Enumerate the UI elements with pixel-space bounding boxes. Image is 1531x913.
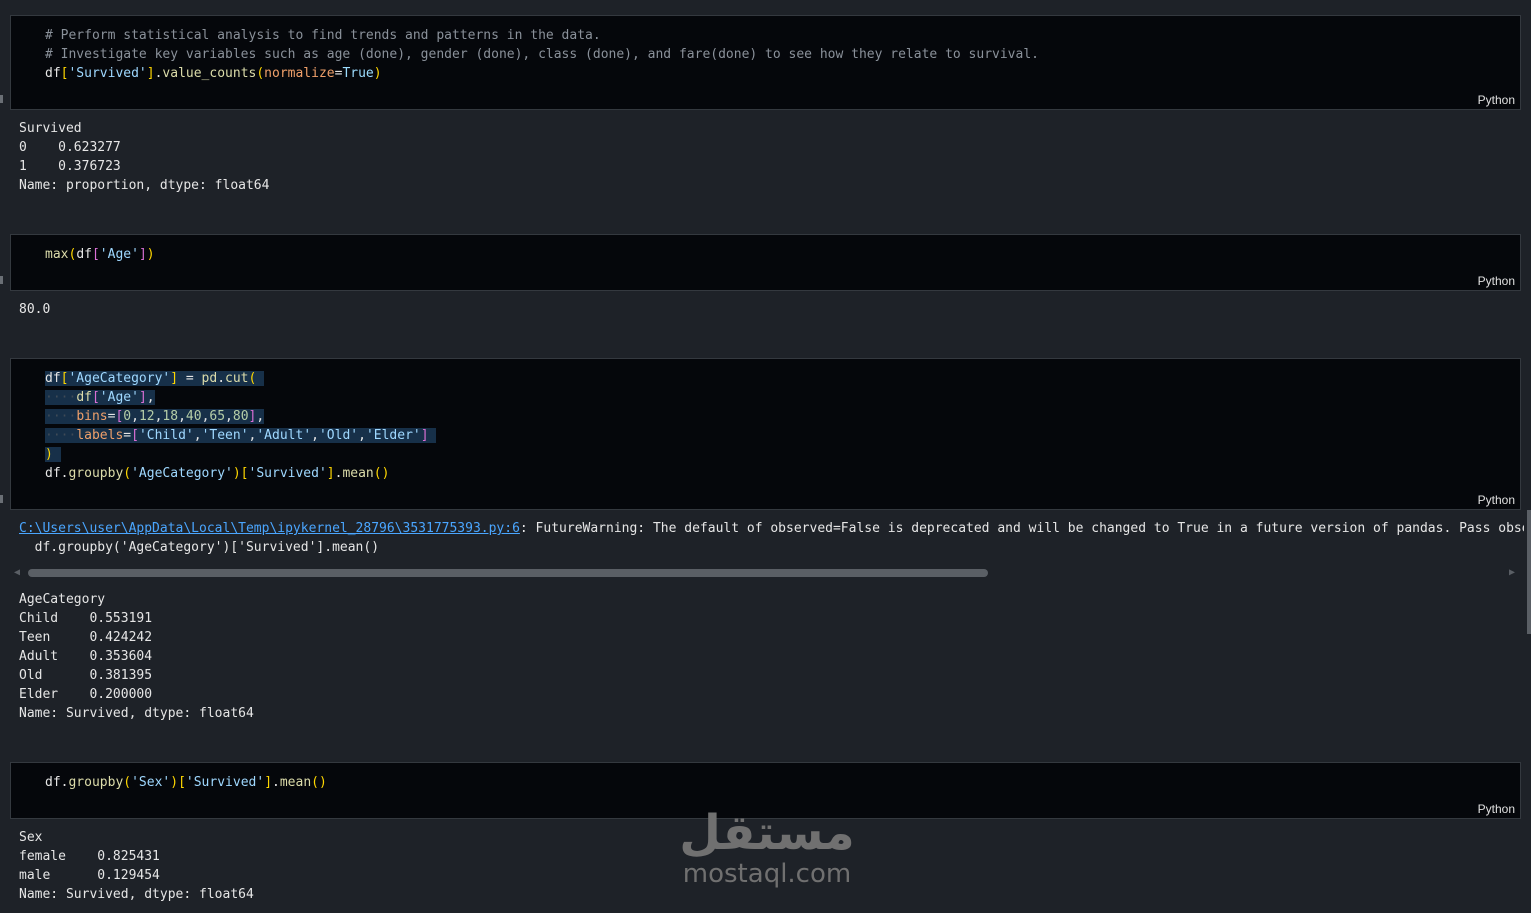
code-token: df bbox=[45, 466, 61, 481]
code-token: max bbox=[45, 247, 69, 262]
output-line: 0 0.623277 bbox=[19, 140, 121, 155]
code-token: groupby bbox=[68, 775, 124, 790]
code-token: df bbox=[76, 247, 92, 262]
output-line: Name: Survived, dtype: float64 bbox=[19, 887, 254, 902]
output-warning: C:\Users\user\AppData\Local\Temp\ipykern… bbox=[19, 519, 1524, 557]
code-token: 'Old' bbox=[318, 428, 359, 443]
watermark-arabic: مستقل bbox=[679, 805, 855, 861]
output-line: Old 0.381395 bbox=[19, 668, 153, 683]
code-token: 'Age' bbox=[99, 247, 139, 262]
output-sex: Sex female 0.825431 male 0.129454 Name: … bbox=[19, 828, 254, 904]
code-token: bins bbox=[76, 409, 108, 424]
cell-language-label[interactable]: Python bbox=[1478, 802, 1515, 816]
warning-text: : FutureWarning: The default of observed… bbox=[519, 521, 1524, 536]
watermark-latin: mostaql.com bbox=[682, 859, 852, 889]
code-token: df bbox=[45, 66, 61, 81]
scroll-left-icon[interactable]: ◀ bbox=[14, 567, 20, 578]
output-line: Name: proportion, dtype: float64 bbox=[19, 178, 270, 193]
code-token: 'Survived' bbox=[68, 66, 147, 81]
code-token: mean bbox=[279, 775, 312, 790]
cell-language-label[interactable]: Python bbox=[1478, 93, 1515, 107]
mostaql-watermark: مستقل mostaql.com bbox=[672, 805, 862, 887]
comment-line: # Investigate key variables such as age … bbox=[45, 47, 1039, 62]
code-token: 'Age' bbox=[99, 390, 139, 405]
cell-4-code[interactable]: df.groupby('Sex')['Survived'].mean() bbox=[45, 773, 327, 792]
warning-file-link[interactable]: C:\Users\user\AppData\Local\Temp\ipykern… bbox=[19, 521, 520, 536]
output-age-category: AgeCategory Child 0.553191 Teen 0.424242… bbox=[19, 590, 254, 723]
code-token: 'Child' bbox=[138, 428, 194, 443]
code-token: 'AgeCategory' bbox=[68, 371, 171, 386]
code-token: 'Teen' bbox=[201, 428, 249, 443]
code-cell-1[interactable]: # Perform statistical analysis to find t… bbox=[10, 15, 1521, 110]
output-line: Elder 0.200000 bbox=[19, 687, 153, 702]
output-line: Survived bbox=[19, 121, 82, 136]
code-token: 'Survived' bbox=[248, 466, 327, 481]
code-token: 40 bbox=[185, 409, 202, 424]
code-token: 18 bbox=[162, 409, 179, 424]
code-token: 80 bbox=[232, 409, 249, 424]
comment-line: # Perform statistical analysis to find t… bbox=[45, 28, 601, 43]
output-line: female 0.825431 bbox=[19, 849, 160, 864]
output-survived: Survived 0 0.623277 1 0.376723 Name: pro… bbox=[19, 119, 269, 195]
output-line: Teen 0.424242 bbox=[19, 630, 153, 645]
cell-collapse-handle[interactable] bbox=[0, 495, 3, 503]
code-cell-2[interactable]: max(df['Age']) Python bbox=[10, 234, 1521, 291]
code-token: cut bbox=[225, 371, 249, 386]
code-token: 65 bbox=[209, 409, 226, 424]
output-line: Sex bbox=[19, 830, 43, 845]
output-line: Child 0.553191 bbox=[19, 611, 153, 626]
output-line: Name: Survived, dtype: float64 bbox=[19, 706, 254, 721]
code-token: 'AgeCategory' bbox=[131, 466, 233, 481]
cell-language-label[interactable]: Python bbox=[1478, 274, 1515, 288]
cell-collapse-handle[interactable] bbox=[0, 95, 3, 103]
cell-3-code[interactable]: df['AgeCategory'] = pd.cut( ····df['Age'… bbox=[45, 369, 437, 483]
horizontal-scrollbar[interactable] bbox=[28, 569, 988, 577]
output-max-age: 80.0 bbox=[19, 302, 51, 317]
code-token: True bbox=[342, 66, 374, 81]
output-line: Adult 0.353604 bbox=[19, 649, 153, 664]
code-cell-3[interactable]: df['AgeCategory'] = pd.cut( ····df['Age'… bbox=[10, 358, 1521, 510]
output-line: male 0.129454 bbox=[19, 868, 160, 883]
code-token: value_counts bbox=[162, 66, 257, 81]
code-token: labels bbox=[76, 428, 124, 443]
code-token: 'Adult' bbox=[256, 428, 312, 443]
cell-collapse-handle[interactable] bbox=[0, 276, 3, 284]
code-token: df bbox=[45, 775, 61, 790]
vertical-scrollbar[interactable] bbox=[1527, 510, 1531, 634]
scroll-right-icon[interactable]: ▶ bbox=[1509, 567, 1515, 578]
cell-1-code[interactable]: # Perform statistical analysis to find t… bbox=[45, 26, 1039, 83]
code-token: df bbox=[76, 390, 92, 405]
output-line: AgeCategory bbox=[19, 592, 106, 607]
code-token: groupby bbox=[68, 466, 124, 481]
code-token: normalize bbox=[264, 66, 335, 81]
cell-2-code[interactable]: max(df['Age']) bbox=[45, 245, 155, 264]
code-token: mean bbox=[342, 466, 374, 481]
code-token: 'Sex' bbox=[131, 775, 171, 790]
code-token: pd bbox=[201, 371, 218, 386]
warning-code-line: df.groupby('AgeCategory')['Survived'].me… bbox=[19, 540, 380, 555]
code-token: 'Survived' bbox=[185, 775, 265, 790]
code-token: 12 bbox=[138, 409, 155, 424]
code-token: 'Elder' bbox=[365, 428, 421, 443]
code-token: 0 bbox=[123, 409, 132, 424]
cell-language-label[interactable]: Python bbox=[1478, 493, 1515, 507]
code-token: df bbox=[45, 371, 61, 386]
output-line: 1 0.376723 bbox=[19, 159, 121, 174]
